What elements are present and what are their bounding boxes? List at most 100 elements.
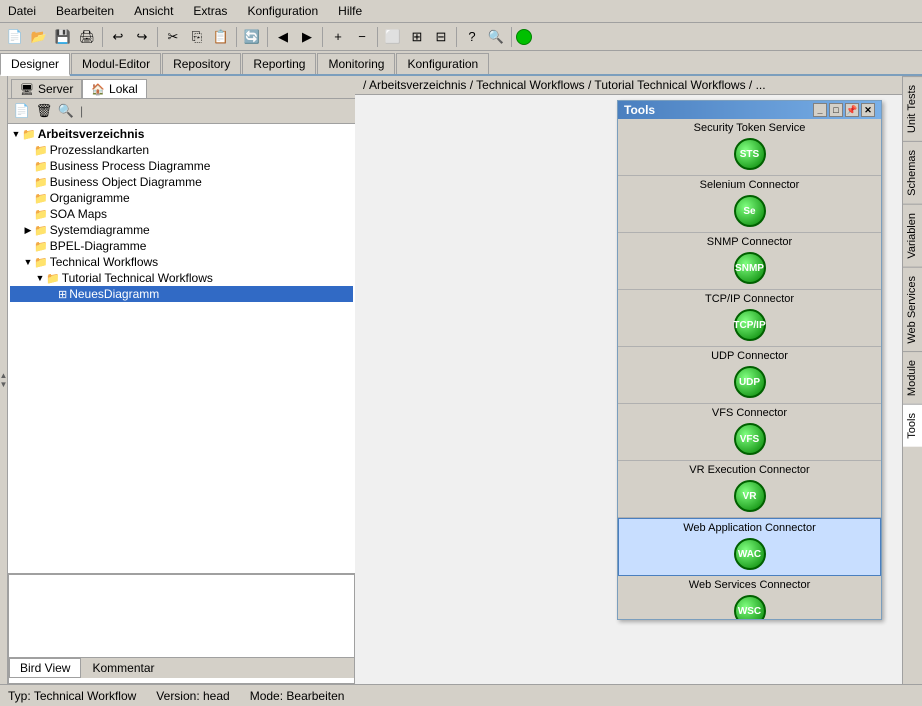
right-tab-unit-tests[interactable]: Unit Tests [903, 76, 922, 141]
zoom-out-button[interactable]: − [351, 26, 373, 48]
redo-button[interactable]: ↪ [131, 26, 153, 48]
expand-root[interactable]: ▼ [10, 128, 22, 140]
tool-item-5[interactable]: VFS Connector VFS [618, 404, 881, 461]
print-button[interactable]: 🖨 [76, 26, 98, 48]
tab-designer[interactable]: Designer [0, 53, 70, 76]
tool-item-8[interactable]: Web Services Connector WSC [618, 576, 881, 619]
paste-button[interactable]: 📋 [210, 26, 232, 48]
tool-item-2[interactable]: SNMP Connector SNMP [618, 233, 881, 290]
expand-9[interactable]: ▼ [34, 272, 46, 284]
split-arrow-up: ▲ [0, 371, 7, 380]
forward-button[interactable]: ▶ [296, 26, 318, 48]
tree-node-org[interactable]: ▶ 📁 Organigramme [10, 190, 353, 206]
grid1-button[interactable]: ⊞ [406, 26, 428, 48]
tree-node-bod[interactable]: ▶ 📁 Business Object Diagramme [10, 174, 353, 190]
canvas-area[interactable]: Tools _ □ 📌 ✕ Security Token Service ST [355, 95, 902, 684]
tool-icon-circle-0: STS [734, 138, 766, 170]
tree-delete-button[interactable]: 🗑 [34, 101, 54, 121]
tree-node-technical[interactable]: ▼ 📁 Technical Workflows [10, 254, 353, 270]
tree-node-tutorial[interactable]: ▼ 📁 Tutorial Technical Workflows [10, 270, 353, 286]
refresh-button[interactable]: 🔄 [241, 26, 263, 48]
tools-close-button[interactable]: ✕ [861, 103, 875, 117]
tool-icon-circle-6: VR [734, 480, 766, 512]
tools-maximize-button[interactable]: □ [829, 103, 843, 117]
back-button[interactable]: ◀ [272, 26, 294, 48]
tree-node-system[interactable]: ▶ 📁 Systemdiagramme [10, 222, 353, 238]
main-layout: ▲ ▼ 🖥 Server 🏠 Lokal 📄 🗑 � [0, 76, 922, 684]
right-tab-variablen[interactable]: Variablen [903, 204, 922, 267]
tools-title: Tools [624, 103, 655, 117]
node-label-5: SOA Maps [50, 207, 107, 221]
cut-button[interactable]: ✂ [162, 26, 184, 48]
menu-konfiguration[interactable]: Konfiguration [243, 2, 322, 20]
tools-pin-button[interactable]: 📌 [845, 103, 859, 117]
tab-repository[interactable]: Repository [162, 53, 241, 74]
lokal-icon: 🏠 [91, 83, 105, 96]
menu-extras[interactable]: Extras [189, 2, 231, 20]
copy-button[interactable]: ⎘ [186, 26, 208, 48]
border-button[interactable]: ⬜ [382, 26, 404, 48]
bottom-tab-birdview[interactable]: Bird View [9, 658, 81, 678]
save-button[interactable]: 💾 [52, 26, 74, 48]
tool-item-6[interactable]: VR Execution Connector VR [618, 461, 881, 518]
tree-node-soa[interactable]: ▶ 📁 SOA Maps [10, 206, 353, 222]
menu-hilfe[interactable]: Hilfe [334, 2, 366, 20]
bottom-tab-bar: Bird View Kommentar [9, 657, 354, 678]
toolbar-separator-line: | [78, 104, 85, 118]
mode-value: Bearbeiten [286, 689, 344, 703]
tool-icon-2: SNMP [732, 250, 768, 286]
tool-icon-circle-7: WAC [734, 538, 766, 570]
menu-ansicht[interactable]: Ansicht [130, 2, 177, 20]
split-handle[interactable]: ▲ ▼ [0, 76, 8, 684]
tree-node-prozesslandkarten[interactable]: ▶ 📁 Prozesslandkarten [10, 142, 353, 158]
server-tab[interactable]: 🖥 Server [11, 79, 82, 98]
open-button[interactable]: 📂 [28, 26, 50, 48]
tree-new-button[interactable]: 📄 [12, 101, 32, 121]
zoom-in-button[interactable]: + [327, 26, 349, 48]
bottom-tab-kommentar[interactable]: Kommentar [81, 658, 165, 678]
undo-button[interactable]: ↩ [107, 26, 129, 48]
grid2-button[interactable]: ⊟ [430, 26, 452, 48]
menu-datei[interactable]: Datei [4, 2, 40, 20]
tab-modul-editor[interactable]: Modul-Editor [71, 53, 161, 74]
separator-5 [322, 27, 323, 47]
tools-minimize-button[interactable]: _ [813, 103, 827, 117]
new-button[interactable]: 📄 [4, 26, 26, 48]
node-label-9: Tutorial Technical Workflows [62, 271, 213, 285]
type-label: Typ: [8, 689, 31, 703]
tab-konfiguration[interactable]: Konfiguration [396, 53, 489, 74]
tool-label-1: Selenium Connector [624, 179, 875, 191]
diagram-icon: ⊞ [58, 288, 67, 301]
expand-8[interactable]: ▼ [22, 256, 34, 268]
tab-reporting[interactable]: Reporting [242, 53, 316, 74]
tool-icon-6: VR [732, 478, 768, 514]
tool-item-3[interactable]: TCP/IP Connector TCP/IP [618, 290, 881, 347]
folder-icon-9: 📁 [46, 272, 60, 285]
lokal-tab[interactable]: 🏠 Lokal [82, 79, 146, 98]
tool-item-0[interactable]: Security Token Service STS [618, 119, 881, 176]
tool-item-4[interactable]: UDP Connector UDP [618, 347, 881, 404]
tree-view[interactable]: ▼ 📁 Arbeitsverzeichnis ▶ 📁 Prozesslandka… [8, 124, 355, 574]
right-tab-tools[interactable]: Tools [903, 404, 922, 447]
root-label: Arbeitsverzeichnis [38, 127, 145, 141]
lokal-tab-label: Lokal [109, 82, 138, 96]
search-button[interactable]: 🔍 [485, 26, 507, 48]
menu-bearbeiten[interactable]: Bearbeiten [52, 2, 118, 20]
tool-icon-circle-8: WSC [734, 595, 766, 619]
help-button[interactable]: ? [461, 26, 483, 48]
tree-search-button[interactable]: 🔍 [56, 101, 76, 121]
expand-6[interactable]: ▶ [22, 224, 34, 236]
tree-node-bpd[interactable]: ▶ 📁 Business Process Diagramme [10, 158, 353, 174]
right-tab-schemas[interactable]: Schemas [903, 141, 922, 204]
tree-node-bpel[interactable]: ▶ 📁 BPEL-Diagramme [10, 238, 353, 254]
tool-item-1[interactable]: Selenium Connector Se [618, 176, 881, 233]
server-icon: 🖥 [20, 83, 34, 96]
tool-item-7[interactable]: Web Application Connector WAC [618, 518, 881, 576]
node-label-4: Organigramme [50, 191, 130, 205]
tree-node-neues-diagramm[interactable]: ▶ ⊞ NeuesDiagramm [10, 286, 353, 302]
tab-monitoring[interactable]: Monitoring [317, 53, 395, 74]
right-tab-module[interactable]: Module [903, 351, 922, 404]
tree-root-node[interactable]: ▼ 📁 Arbeitsverzeichnis [10, 126, 353, 142]
right-tab-web-services[interactable]: Web Services [903, 267, 922, 352]
separator-8 [511, 27, 512, 47]
